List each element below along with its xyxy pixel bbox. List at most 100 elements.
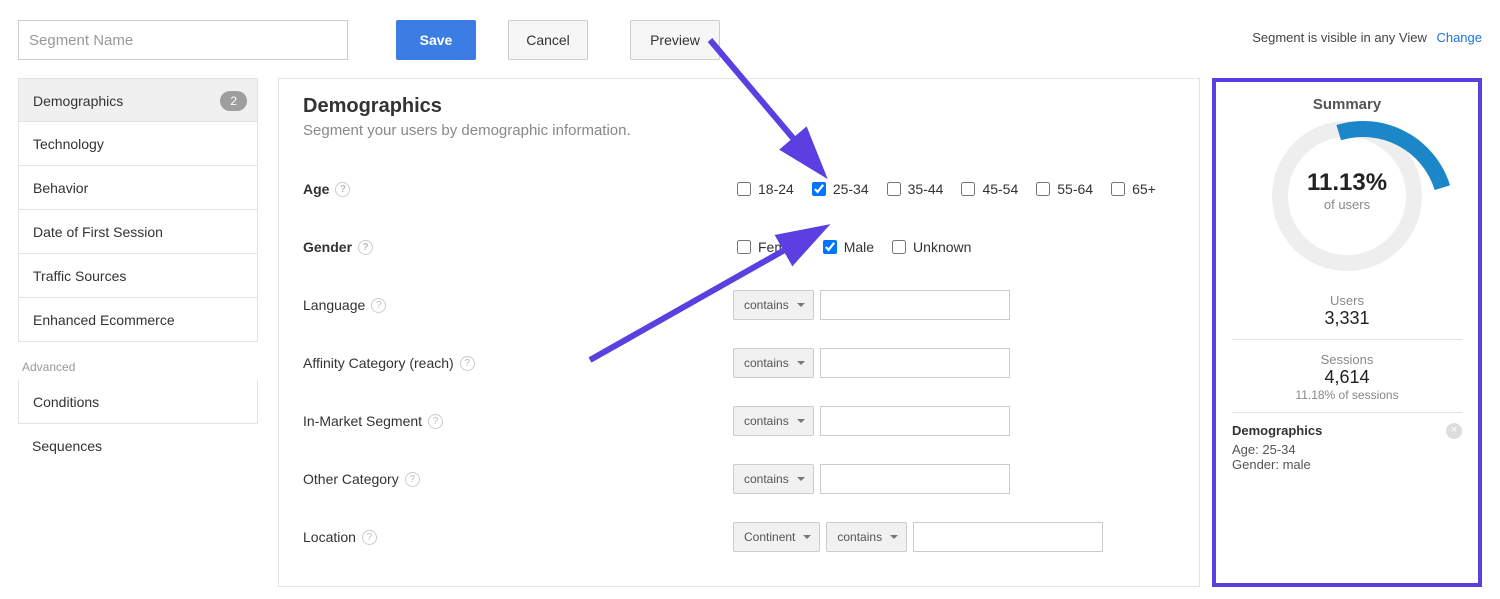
age-option[interactable]: 45-54 (957, 179, 1018, 199)
segment-name-input[interactable] (18, 20, 348, 60)
affinity-row: Affinity Category (reach)? contains (303, 339, 1175, 387)
location-row: Location? Continent contains (303, 513, 1175, 561)
summary-panel: Summary 11.13% of users Users 3,331 Sess… (1212, 78, 1482, 587)
age-checkbox[interactable] (812, 182, 826, 196)
age-option-label: 55-64 (1057, 181, 1093, 197)
sidebar-item-label: Sequences (32, 438, 102, 454)
age-checkbox-set: 18-24 25-34 35-44 45-54 55-64 65+ (733, 179, 1156, 199)
age-checkbox[interactable] (1036, 182, 1050, 196)
help-icon[interactable]: ? (371, 298, 386, 313)
filter-gender: Gender: male (1232, 457, 1462, 472)
help-icon[interactable]: ? (428, 414, 443, 429)
location-match-select[interactable]: contains (826, 522, 907, 552)
help-icon[interactable]: ? (335, 182, 350, 197)
panel-subtitle: Segment your users by demographic inform… (303, 122, 1175, 139)
inmarket-row: In-Market Segment? contains (303, 397, 1175, 445)
age-option[interactable]: 25-34 (808, 179, 869, 199)
segment-sidebar: Demographics 2 Technology Behavior Date … (18, 78, 258, 468)
main-panel: Demographics Segment your users by demog… (278, 78, 1200, 587)
sidebar-item-enhanced-ecommerce[interactable]: Enhanced Ecommerce (18, 298, 258, 342)
other-row: Other Category? contains (303, 455, 1175, 503)
sidebar-item-sequences[interactable]: Sequences (18, 424, 258, 468)
help-icon[interactable]: ? (460, 356, 475, 371)
summary-of-users: of users (1232, 197, 1462, 212)
sidebar-item-first-session[interactable]: Date of First Session (18, 210, 258, 254)
sidebar-item-conditions[interactable]: Conditions (18, 380, 258, 424)
gender-option-label: Unknown (913, 239, 971, 255)
gender-row: Gender? Female Male Unknown (303, 223, 1175, 271)
age-checkbox[interactable] (961, 182, 975, 196)
affinity-input[interactable] (820, 348, 1010, 378)
affinity-match-select[interactable]: contains (733, 348, 814, 378)
summary-percent: 11.13% (1232, 169, 1462, 197)
sessions-value: 4,614 (1232, 367, 1462, 388)
panel-title: Demographics (303, 95, 1175, 118)
location-input[interactable] (913, 522, 1103, 552)
age-row: Age? 18-24 25-34 35-44 45-54 55-64 65+ (303, 165, 1175, 213)
language-match-select[interactable]: contains (733, 290, 814, 320)
sidebar-item-label: Technology (33, 136, 104, 152)
affinity-label: Affinity Category (reach) (303, 355, 454, 371)
inmarket-match-select[interactable]: contains (733, 406, 814, 436)
location-label: Location (303, 529, 356, 545)
sidebar-item-label: Enhanced Ecommerce (33, 312, 175, 328)
age-checkbox[interactable] (737, 182, 751, 196)
help-icon[interactable]: ? (362, 530, 377, 545)
gender-option-label: Male (844, 239, 874, 255)
age-option-label: 45-54 (982, 181, 1018, 197)
other-label: Other Category (303, 471, 399, 487)
sidebar-item-label: Traffic Sources (33, 268, 126, 284)
remove-filter-icon[interactable]: × (1446, 423, 1462, 439)
gender-option-label: Female (758, 239, 805, 255)
age-option-label: 65+ (1132, 181, 1156, 197)
summary-title: Summary (1232, 96, 1462, 113)
save-button[interactable]: Save (396, 20, 476, 60)
sessions-caption: Sessions (1232, 352, 1462, 367)
gender-option[interactable]: Female (733, 237, 805, 257)
sidebar-item-technology[interactable]: Technology (18, 122, 258, 166)
gender-option[interactable]: Male (819, 237, 874, 257)
sidebar-item-label: Behavior (33, 180, 88, 196)
change-link[interactable]: Change (1436, 30, 1482, 45)
sidebar-item-traffic-sources[interactable]: Traffic Sources (18, 254, 258, 298)
gender-checkbox[interactable] (823, 240, 837, 254)
filters-title: Demographics (1232, 423, 1462, 438)
age-label: Age (303, 181, 329, 197)
sidebar-item-label: Demographics (33, 93, 123, 109)
sidebar-item-label: Date of First Session (33, 224, 163, 240)
other-match-select[interactable]: contains (733, 464, 814, 494)
inmarket-label: In-Market Segment (303, 413, 422, 429)
age-checkbox[interactable] (887, 182, 901, 196)
age-option[interactable]: 55-64 (1032, 179, 1093, 199)
help-icon[interactable]: ? (405, 472, 420, 487)
age-option-label: 18-24 (758, 181, 794, 197)
sidebar-section-advanced: Advanced (18, 342, 258, 380)
help-icon[interactable]: ? (358, 240, 373, 255)
summary-donut: 11.13% of users (1232, 121, 1462, 281)
gender-label: Gender (303, 239, 352, 255)
age-option[interactable]: 35-44 (883, 179, 944, 199)
gender-option[interactable]: Unknown (888, 237, 971, 257)
sidebar-item-behavior[interactable]: Behavior (18, 166, 258, 210)
preview-button[interactable]: Preview (630, 20, 720, 60)
age-option[interactable]: 65+ (1107, 179, 1156, 199)
gender-checkbox-set: Female Male Unknown (733, 237, 971, 257)
segment-visibility-text: Segment is visible in any View Change (1252, 30, 1482, 45)
gender-checkbox[interactable] (737, 240, 751, 254)
gender-checkbox[interactable] (892, 240, 906, 254)
age-option-label: 25-34 (833, 181, 869, 197)
location-dimension-select[interactable]: Continent (733, 522, 820, 552)
sessions-percent: 11.18% of sessions (1232, 388, 1462, 402)
age-option[interactable]: 18-24 (733, 179, 794, 199)
users-value: 3,331 (1232, 308, 1462, 329)
sidebar-item-label: Conditions (33, 394, 99, 410)
filter-age: Age: 25-34 (1232, 442, 1462, 457)
sidebar-item-demographics[interactable]: Demographics 2 (18, 78, 258, 122)
language-input[interactable] (820, 290, 1010, 320)
age-checkbox[interactable] (1111, 182, 1125, 196)
other-input[interactable] (820, 464, 1010, 494)
sidebar-badge: 2 (220, 91, 247, 111)
language-label: Language (303, 297, 365, 313)
inmarket-input[interactable] (820, 406, 1010, 436)
cancel-button[interactable]: Cancel (508, 20, 588, 60)
